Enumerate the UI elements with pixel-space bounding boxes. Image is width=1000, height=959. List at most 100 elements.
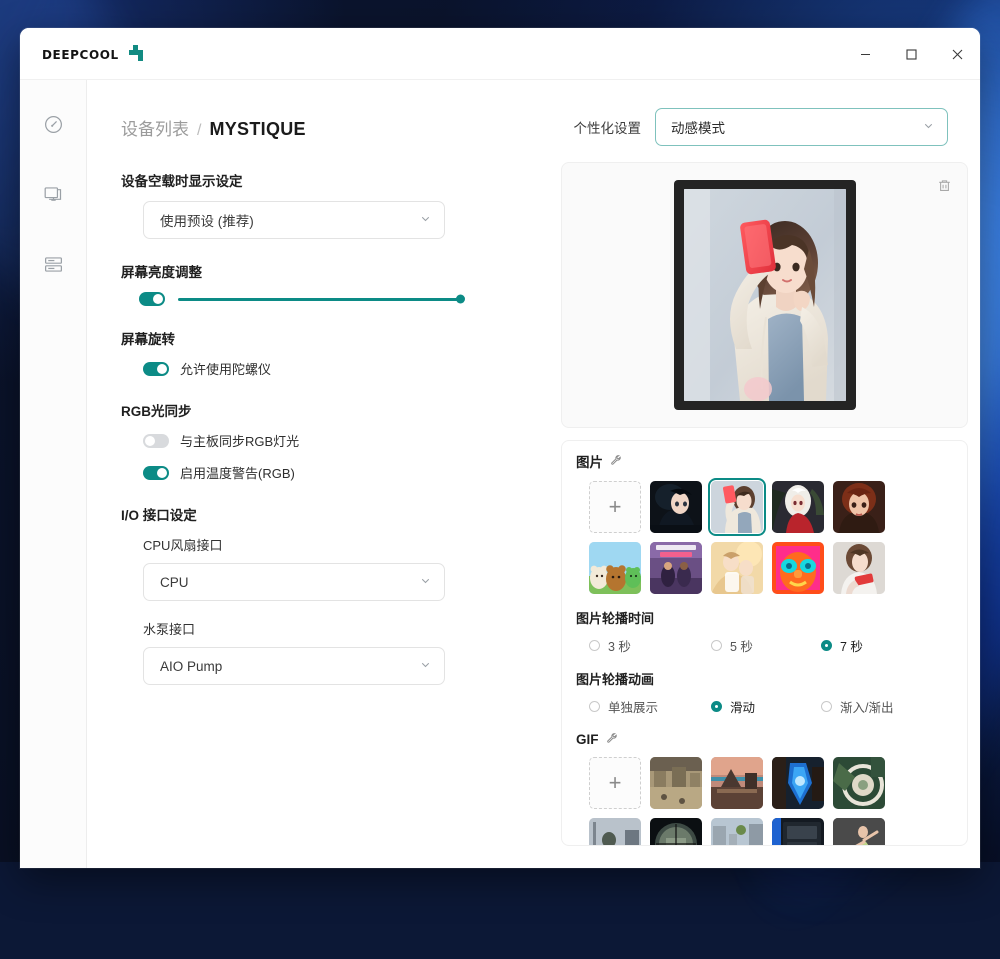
temp-warning-toggle[interactable] [143, 465, 169, 480]
pump-select[interactable]: AIO Pump [143, 647, 445, 685]
minimize-button[interactable] [842, 28, 888, 80]
rgb-sync-title: RGB光同步 [121, 404, 192, 419]
personalization-select[interactable]: 动感模式 [655, 108, 948, 146]
slider-handle[interactable] [456, 294, 465, 304]
gif-thumb[interactable] [650, 818, 702, 845]
cpu-fan-select[interactable]: CPU [143, 563, 445, 601]
chevron-down-icon [419, 658, 432, 674]
io-block: I/O 接口设定 CPU风扇接口 CPU 水泵接口 AIO Pump [121, 504, 561, 685]
maximize-button[interactable] [888, 28, 934, 80]
gif-thumb[interactable] [772, 757, 824, 809]
sidebar-item-devices[interactable] [36, 250, 70, 284]
gif-thumb[interactable] [589, 818, 641, 845]
mb-sync-toggle[interactable] [143, 433, 169, 448]
main-content: 设备列表 / MYSTIQUE 个性化设置 动感模式 设备空载时显示设定 使用预… [87, 80, 980, 868]
animation-option-single[interactable]: 单独展示 [589, 697, 711, 716]
gyroscope-label: 允许使用陀螺仪 [180, 362, 272, 377]
cpu-fan-label: CPU风扇接口 [143, 538, 223, 553]
radio-circle [821, 640, 832, 651]
gif-thumb[interactable] [772, 818, 824, 845]
add-image-button[interactable]: + [589, 481, 641, 533]
image-thumb[interactable] [833, 481, 885, 533]
image-thumb[interactable] [650, 542, 702, 594]
thumb-art-game-poster [650, 542, 702, 594]
thumb-art-red-hair [833, 481, 885, 533]
gif-thumb[interactable] [833, 818, 885, 845]
interval-title: 图片轮播时间 [576, 611, 655, 626]
brightness-slider[interactable] [178, 294, 465, 304]
image-thumb[interactable] [650, 481, 702, 533]
radio-circle [589, 640, 600, 651]
io-title: I/O 接口设定 [121, 508, 197, 523]
deepcool-logo-icon [127, 43, 149, 65]
preview-image-selfie [683, 189, 846, 401]
gyroscope-toggle[interactable] [143, 361, 169, 376]
interval-option-7s[interactable]: 7 秒 [821, 636, 967, 655]
close-button[interactable] [934, 28, 980, 80]
wrench-icon[interactable] [610, 454, 622, 469]
idle-display-title: 设备空载时显示设定 [121, 174, 243, 189]
media-panel: 图片 + 图片轮播时间 3 秒 5 秒 7 秒 图片轮播动画 单独展示 滑动 渐… [561, 440, 968, 846]
add-image-label: + [608, 494, 622, 519]
interval-option-5s[interactable]: 5 秒 [711, 636, 821, 655]
thumb-art-blue-neon-machine [772, 757, 824, 809]
image-thumb-selected[interactable] [708, 478, 766, 536]
gif-thumb[interactable] [711, 757, 763, 809]
gif-thumb[interactable] [833, 757, 885, 809]
breadcrumb-parent[interactable]: 设备列表 [121, 115, 189, 140]
image-thumb[interactable] [772, 481, 824, 533]
temp-warning-row[interactable]: 启用温度警告(RGB) [143, 463, 561, 482]
thumb-art-dancer [833, 818, 885, 845]
app-logo: DeepCool [42, 43, 149, 65]
trash-icon[interactable] [936, 177, 953, 199]
sidebar-item-dashboard[interactable] [36, 110, 70, 144]
window-controls [842, 28, 980, 80]
thumb-art-selfie [711, 481, 763, 533]
sidebar-item-display[interactable] [36, 180, 70, 214]
radio-circle [821, 701, 832, 712]
brightness-toggle[interactable] [139, 292, 165, 306]
sidebar-rail [20, 80, 87, 868]
device-frame [673, 180, 856, 410]
interval-option-3s[interactable]: 3 秒 [589, 636, 711, 655]
idle-display-select[interactable]: 使用预设 (推荐) [143, 201, 445, 239]
animation-option-label: 滑动 [730, 701, 756, 715]
personalization-value: 动感模式 [671, 121, 725, 136]
wrench-icon[interactable] [606, 732, 618, 747]
settings-pane: 设备空载时显示设定 使用预设 (推荐) 屏幕亮度调整 屏幕旋转 允许使用陀螺仪 … [87, 162, 561, 868]
thumb-art-white-hair [772, 481, 824, 533]
interval-option-label: 5 秒 [730, 640, 753, 654]
thumb-art-anime-sunset [711, 542, 763, 594]
radio-circle [711, 640, 722, 651]
gauge-icon [43, 114, 64, 140]
gif-thumb[interactable] [711, 818, 763, 845]
pump-value: AIO Pump [160, 658, 223, 674]
personalization-group: 个性化设置 动感模式 [574, 108, 948, 146]
image-thumb[interactable] [589, 542, 641, 594]
radio-circle [711, 701, 722, 712]
window-body: 设备列表 / MYSTIQUE 个性化设置 动感模式 设备空载时显示设定 使用预… [20, 80, 980, 868]
deepcool-app-window: DeepCool [20, 28, 980, 868]
animation-option-slide[interactable]: 滑动 [711, 697, 821, 716]
mb-sync-row[interactable]: 与主板同步RGB灯光 [143, 431, 561, 450]
images-section-header: 图片 [562, 441, 967, 481]
device-preview-card [561, 162, 968, 428]
thumb-art-cartoon-bears [589, 542, 641, 594]
content-header: 设备列表 / MYSTIQUE 个性化设置 动感模式 [87, 80, 968, 162]
gif-section-header: GIF [562, 716, 967, 757]
image-thumb[interactable] [772, 542, 824, 594]
gyroscope-row[interactable]: 允许使用陀螺仪 [143, 359, 561, 378]
add-gif-button[interactable]: + [589, 757, 641, 809]
title-bar: DeepCool [20, 28, 980, 80]
gif-grid: + [562, 757, 967, 845]
idle-display-value: 使用预设 (推荐) [160, 214, 254, 229]
toggle-knob [157, 363, 167, 374]
preview-pane: 图片 + 图片轮播时间 3 秒 5 秒 7 秒 图片轮播动画 单独展示 滑动 渐… [561, 162, 968, 868]
gif-thumb[interactable] [650, 757, 702, 809]
brightness-title: 屏幕亮度调整 [121, 265, 202, 280]
animation-option-fade[interactable]: 渐入/渐出 [821, 697, 967, 716]
image-thumb[interactable] [711, 542, 763, 594]
image-thumb[interactable] [833, 542, 885, 594]
toggle-knob [153, 294, 163, 304]
cpu-fan-value: CPU [160, 574, 189, 590]
